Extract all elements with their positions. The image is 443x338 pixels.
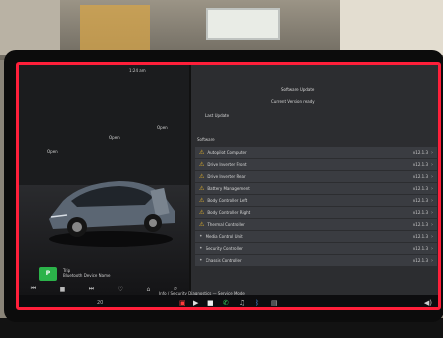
phone-icon[interactable]: ✆ [223, 299, 229, 307]
chevron-right-icon: › [431, 173, 433, 180]
car-icon[interactable]: ▣ [179, 299, 186, 307]
warning-icon: ⚠ [199, 221, 205, 228]
chevron-right-icon: › [431, 185, 433, 192]
source-icon[interactable]: ⌂ [147, 286, 151, 293]
last-update-label: Last Update [205, 113, 230, 118]
software-row[interactable]: • Media Control Unit v12.1.3 › [195, 231, 437, 242]
chevron-right-icon: › [431, 209, 433, 216]
update-status: Current Version ready [271, 99, 315, 104]
software-row-version: v12.1.3 [412, 222, 428, 227]
bluetooth-device: Bluetooth Device Name [63, 273, 111, 278]
stop-icon[interactable]: ■ [60, 286, 66, 293]
software-row-name: Body Controller Right [207, 210, 251, 215]
vehicle-pane: 1:24 am Open Open Open P Trip Bluetooth … [19, 65, 189, 295]
vehicle-display: 1:24 am Open Open Open P Trip Bluetooth … [16, 62, 441, 310]
software-row-name: Chassis Controller [205, 258, 242, 263]
prev-icon[interactable]: ⏮ [31, 285, 36, 293]
chevron-right-icon: › [431, 221, 433, 228]
software-row-version: v12.1.3 [412, 246, 428, 251]
door-label-rear[interactable]: Open [157, 125, 168, 130]
park-gear-badge[interactable]: P [39, 267, 57, 281]
software-row-version: v12.1.3 [412, 186, 428, 191]
software-row[interactable]: ⚠ Battery Management v12.1.3 › [195, 183, 437, 194]
software-row[interactable]: • Chassis Controller v12.1.3 › [195, 255, 437, 266]
software-row-name: Thermal Controller [207, 222, 245, 227]
software-row-name: Media Control Unit [205, 234, 243, 239]
software-row[interactable]: ⚠ Drive Inverter Front v12.1.3 › [195, 159, 437, 170]
chevron-right-icon: › [431, 233, 433, 240]
update-title: Software Update [281, 87, 315, 92]
info-icon: • [199, 233, 203, 240]
bottom-taskbar: 20 ▣ ▶ ■ ✆ ♫ ᛒ ▤ ◀) [19, 295, 438, 307]
software-row-name: Body Controller Left [207, 198, 248, 203]
warning-icon: ⚠ [199, 185, 205, 192]
software-row-name: Security Controller [205, 246, 243, 251]
app2-icon[interactable]: ▤ [271, 299, 278, 307]
chevron-right-icon: › [431, 149, 433, 156]
trip-info: Trip Bluetooth Device Name [63, 268, 110, 278]
door-label-front[interactable]: Open [47, 149, 58, 154]
temperature-readout[interactable]: 20 [97, 300, 103, 306]
background-panel [0, 0, 60, 55]
software-row-version: v12.1.3 [412, 198, 428, 203]
play-icon[interactable]: ▶ [193, 299, 198, 307]
software-row-version: v12.1.3 [412, 210, 428, 215]
software-row[interactable]: ⚠ Thermal Controller v12.1.3 › [195, 219, 437, 230]
chevron-right-icon: › [431, 245, 433, 252]
background-box [80, 5, 150, 50]
music-icon[interactable]: ♫ [239, 299, 245, 307]
car-model-image[interactable] [41, 161, 181, 251]
software-list: ⚠ Autopilot Computer v12.1.3 › ⚠ Drive Invert… [195, 147, 437, 267]
software-row-name: Drive Inverter Front [207, 162, 247, 167]
warning-icon: ⚠ [199, 173, 205, 180]
door-label-trunk[interactable]: Open [109, 135, 120, 140]
chevron-right-icon: › [431, 161, 433, 168]
warning-icon: ⚠ [199, 209, 205, 216]
section-label: Software [197, 137, 215, 142]
software-row[interactable]: ⚠ Body Controller Right v12.1.3 › [195, 207, 437, 218]
warning-icon: ⚠ [199, 149, 205, 156]
status-time: 1:24 am [129, 68, 146, 73]
warning-icon: ⚠ [199, 197, 205, 204]
software-row[interactable]: • Security Controller v12.1.3 › [195, 243, 437, 254]
volume-icon[interactable]: ◀) [424, 299, 432, 307]
software-row-name: Battery Management [207, 186, 250, 191]
software-row-version: v12.1.3 [412, 162, 428, 167]
software-row-version: v12.1.3 [412, 174, 428, 179]
chevron-right-icon: › [431, 257, 433, 264]
software-row[interactable]: ⚠ Drive Inverter Rear v12.1.3 › [195, 171, 437, 182]
software-row-version: v12.1.3 [412, 234, 428, 239]
app-icon[interactable]: ■ [207, 299, 214, 307]
background-window [206, 8, 280, 40]
heart-icon[interactable]: ♡ [118, 286, 123, 293]
bluetooth-icon[interactable]: ᛒ [255, 299, 259, 307]
settings-pane: Software Update Current Version ready La… [191, 65, 438, 295]
software-row-name: Drive Inverter Rear [207, 174, 246, 179]
software-row[interactable]: ⚠ Autopilot Computer v12.1.3 › [195, 147, 437, 158]
background-paper [340, 0, 443, 55]
info-icon: • [199, 257, 203, 264]
software-row-version: v12.1.3 [412, 258, 428, 263]
info-icon: • [199, 245, 203, 252]
chevron-right-icon: › [431, 197, 433, 204]
software-row-name: Autopilot Computer [207, 150, 247, 155]
software-row-version: v12.1.3 [412, 150, 428, 155]
software-row[interactable]: ⚠ Body Controller Left v12.1.3 › [195, 195, 437, 206]
next-icon[interactable]: ⏭ [89, 285, 94, 293]
warning-icon: ⚠ [199, 161, 205, 168]
